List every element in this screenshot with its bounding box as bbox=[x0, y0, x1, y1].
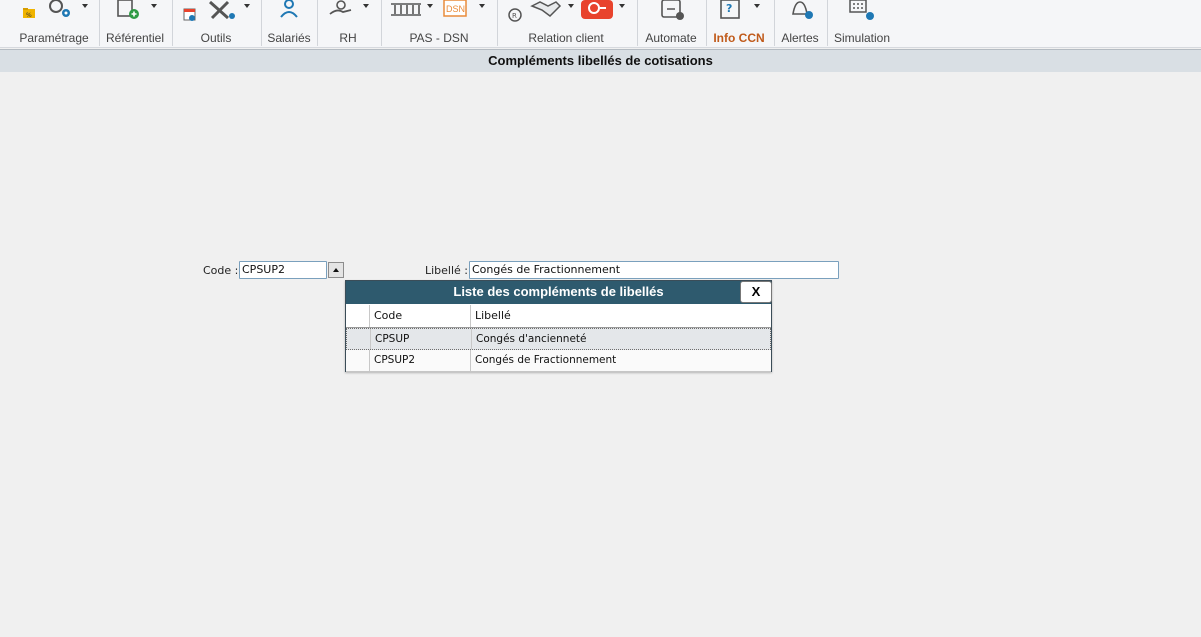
ribbon-separator bbox=[381, 0, 382, 46]
ribbon-group-info-ccn[interactable]: ? Info CCN bbox=[708, 0, 770, 48]
bank-icon[interactable] bbox=[389, 0, 423, 18]
ribbon-group-label: Référentiel bbox=[105, 31, 165, 45]
chevron-down-icon[interactable] bbox=[568, 4, 574, 8]
ribbon-separator bbox=[774, 0, 775, 46]
client-settings-icon[interactable]: R bbox=[508, 8, 524, 22]
svg-text:%: % bbox=[26, 12, 32, 19]
ribbon-toolbar: % Paramétrage Référentiel Outils Salarié… bbox=[0, 0, 1201, 48]
handshake-icon[interactable] bbox=[530, 0, 562, 18]
document-add-icon[interactable] bbox=[114, 0, 142, 20]
ribbon-separator bbox=[706, 0, 707, 46]
ribbon-separator bbox=[497, 0, 498, 46]
ribbon-group-label: Paramétrage bbox=[19, 31, 89, 45]
code-label: Code : bbox=[203, 264, 239, 277]
ribbon-group-label: Info CCN bbox=[713, 31, 765, 45]
book-help-icon[interactable]: ? bbox=[718, 0, 744, 20]
chevron-down-icon[interactable] bbox=[427, 4, 433, 8]
cell-code[interactable]: CPSUP2 bbox=[369, 350, 470, 371]
ribbon-group-label: Simulation bbox=[833, 31, 891, 45]
code-field[interactable]: CPSUP2 bbox=[239, 261, 327, 279]
settings-gears-icon[interactable] bbox=[46, 0, 76, 20]
table-row[interactable]: CPSUP2 Congés de Fractionnement bbox=[346, 350, 771, 372]
chevron-down-icon[interactable] bbox=[244, 4, 250, 8]
ribbon-group-label: Relation client bbox=[528, 31, 604, 45]
ribbon-group-label: Automate bbox=[645, 31, 697, 45]
chevron-down-icon[interactable] bbox=[151, 4, 157, 8]
chevron-down-icon[interactable] bbox=[479, 4, 485, 8]
ribbon-group-label: Outils bbox=[200, 31, 232, 45]
ribbon-group-salaries[interactable]: Salariés bbox=[263, 0, 315, 48]
users-icon[interactable] bbox=[276, 0, 302, 18]
ribbon-group-parametrage[interactable]: % Paramétrage bbox=[10, 0, 98, 48]
libelle-field[interactable]: Congés de Fractionnement bbox=[469, 261, 839, 279]
hand-care-icon[interactable] bbox=[327, 0, 355, 20]
folder-percent-icon[interactable]: % bbox=[22, 6, 36, 20]
ribbon-group-label: Salariés bbox=[267, 31, 311, 45]
ribbon-group-relation-client[interactable]: R Relation client bbox=[500, 0, 632, 48]
row-selector[interactable] bbox=[346, 350, 369, 371]
complements-table: Code Libellé CPSUP Congés d'ancienneté C… bbox=[346, 305, 771, 372]
calendar-icon[interactable] bbox=[182, 6, 198, 22]
cell-libelle[interactable]: Congés d'ancienneté bbox=[471, 329, 772, 349]
ribbon-group-rh[interactable]: RH bbox=[319, 0, 377, 48]
dsn-icon[interactable]: DSN bbox=[443, 0, 469, 18]
calculator-icon[interactable] bbox=[847, 0, 875, 22]
chevron-down-icon[interactable] bbox=[619, 4, 625, 8]
chevron-down-icon[interactable] bbox=[754, 4, 760, 8]
cell-code[interactable]: CPSUP bbox=[370, 329, 471, 349]
column-header-code[interactable]: Code bbox=[369, 305, 470, 327]
row-selector-header bbox=[346, 305, 369, 327]
ribbon-separator bbox=[317, 0, 318, 46]
ribbon-group-label: PAS - DSN bbox=[409, 31, 469, 45]
svg-text:DSN: DSN bbox=[446, 4, 465, 14]
ribbon-separator bbox=[172, 0, 173, 46]
robot-icon[interactable] bbox=[659, 0, 685, 22]
ribbon-group-alertes[interactable]: Alertes bbox=[777, 0, 823, 48]
code-dropdown-button[interactable] bbox=[328, 262, 344, 278]
ae-logo-icon[interactable] bbox=[580, 0, 614, 20]
page-title: Compléments libellés de cotisations bbox=[0, 49, 1201, 72]
row-selector[interactable] bbox=[347, 329, 370, 349]
bell-icon[interactable] bbox=[787, 0, 815, 20]
ribbon-group-simulation[interactable]: Simulation bbox=[829, 0, 895, 48]
chevron-down-icon[interactable] bbox=[363, 4, 369, 8]
svg-text:?: ? bbox=[726, 2, 732, 15]
ribbon-group-automate[interactable]: Automate bbox=[640, 0, 702, 48]
ribbon-group-outils[interactable]: Outils bbox=[176, 0, 256, 48]
ribbon-group-label: RH bbox=[339, 31, 357, 45]
ribbon-group-pas-dsn[interactable]: DSN PAS - DSN bbox=[385, 0, 493, 48]
ribbon-separator bbox=[637, 0, 638, 46]
table-row[interactable]: CPSUP Congés d'ancienneté bbox=[346, 328, 771, 350]
ribbon-separator bbox=[827, 0, 828, 46]
svg-text:R: R bbox=[512, 12, 517, 20]
popup-title: Liste des compléments de libellés bbox=[346, 281, 771, 304]
ribbon-group-referentiel[interactable]: Référentiel bbox=[104, 0, 166, 48]
tools-icon[interactable] bbox=[206, 0, 236, 20]
ribbon-separator bbox=[261, 0, 262, 46]
ribbon-group-label: Alertes bbox=[781, 31, 819, 45]
complements-list-popup: Liste des compléments de libellés X Code… bbox=[345, 280, 772, 372]
libelle-label: Libellé : bbox=[425, 264, 469, 277]
ribbon-separator bbox=[99, 0, 100, 46]
chevron-down-icon[interactable] bbox=[82, 4, 88, 8]
cell-libelle[interactable]: Congés de Fractionnement bbox=[470, 350, 771, 371]
close-button[interactable]: X bbox=[740, 281, 772, 303]
table-header-row: Code Libellé bbox=[346, 305, 771, 328]
column-header-libelle[interactable]: Libellé bbox=[470, 305, 771, 327]
